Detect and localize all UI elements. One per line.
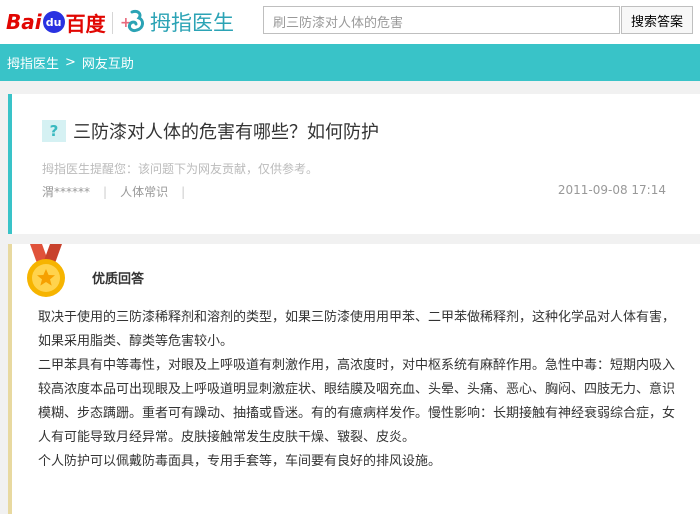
meta-divider: | <box>181 185 186 199</box>
baidu-logo[interactable]: Bai du 百度 <box>6 8 106 36</box>
question-author: 渭****** <box>42 185 91 199</box>
question-category[interactable]: 人体常识 <box>120 185 168 199</box>
search-input[interactable]: 刷三防漆对人体的危害 <box>263 6 620 34</box>
breadcrumb-separator: > <box>65 55 76 70</box>
breadcrumb-home[interactable]: 拇指医生 <box>7 53 59 72</box>
question-date: 2011-09-08 17:14 <box>557 183 666 197</box>
breadcrumb: 拇指医生 > 网友互助 <box>0 44 700 81</box>
baidu-logo-cn: 百度 <box>65 11 106 36</box>
search-button[interactable]: 搜索答案 <box>621 6 693 34</box>
question-mark-icon: ? <box>42 120 66 142</box>
question-title: 三防漆对人体的危害有哪些？如何防护 <box>73 122 379 143</box>
baidu-logo-latin: Bai <box>6 10 42 34</box>
question-card: ? 三防漆对人体的危害有哪些？如何防护 拇指医生提醒您：该问题下为网友贡献，仅供… <box>8 94 700 234</box>
breadcrumb-current[interactable]: 网友互助 <box>82 53 134 72</box>
thumb-logo-icon: + <box>120 10 144 32</box>
answer-body: 取决于使用的三防漆稀释剂和溶剂的类型，如果三防漆使用用甲苯、二甲苯做稀释剂，这种… <box>38 306 678 474</box>
meta-divider: | <box>103 185 108 199</box>
header-divider <box>112 12 113 34</box>
site-logo[interactable]: + 拇指医生 <box>120 7 234 37</box>
answer-card: 优质回答 取决于使用的三防漆稀释剂和溶剂的类型，如果三防漆使用用甲苯、二甲苯做稀… <box>8 244 700 514</box>
answer-paragraph: 个人防护可以佩戴防毒面具，专用手套等，车间要有良好的排风设施。 <box>38 454 442 469</box>
gold-medal-icon <box>27 244 65 297</box>
answer-paragraph: 二甲苯具有中等毒性，对眼及上呼吸道有刺激作用，高浓度时，对中枢系统有麻醉作用。急… <box>38 358 676 445</box>
answer-label: 优质回答 <box>92 272 145 287</box>
baidu-paw-icon: du <box>42 11 65 33</box>
site-name: 拇指医生 <box>150 11 234 35</box>
question-notice: 拇指医生提醒您：该问题下为网友贡献，仅供参考。 <box>42 162 319 176</box>
answer-paragraph: 取决于使用的三防漆稀释剂和溶剂的类型，如果三防漆使用用甲苯、二甲苯做稀释剂，这种… <box>38 310 676 349</box>
question-meta: 渭****** | 人体常识 | <box>42 183 198 200</box>
top-header: Bai du 百度 + 拇指医生 刷三防漆对人体的危害 搜索答案 <box>0 0 700 44</box>
